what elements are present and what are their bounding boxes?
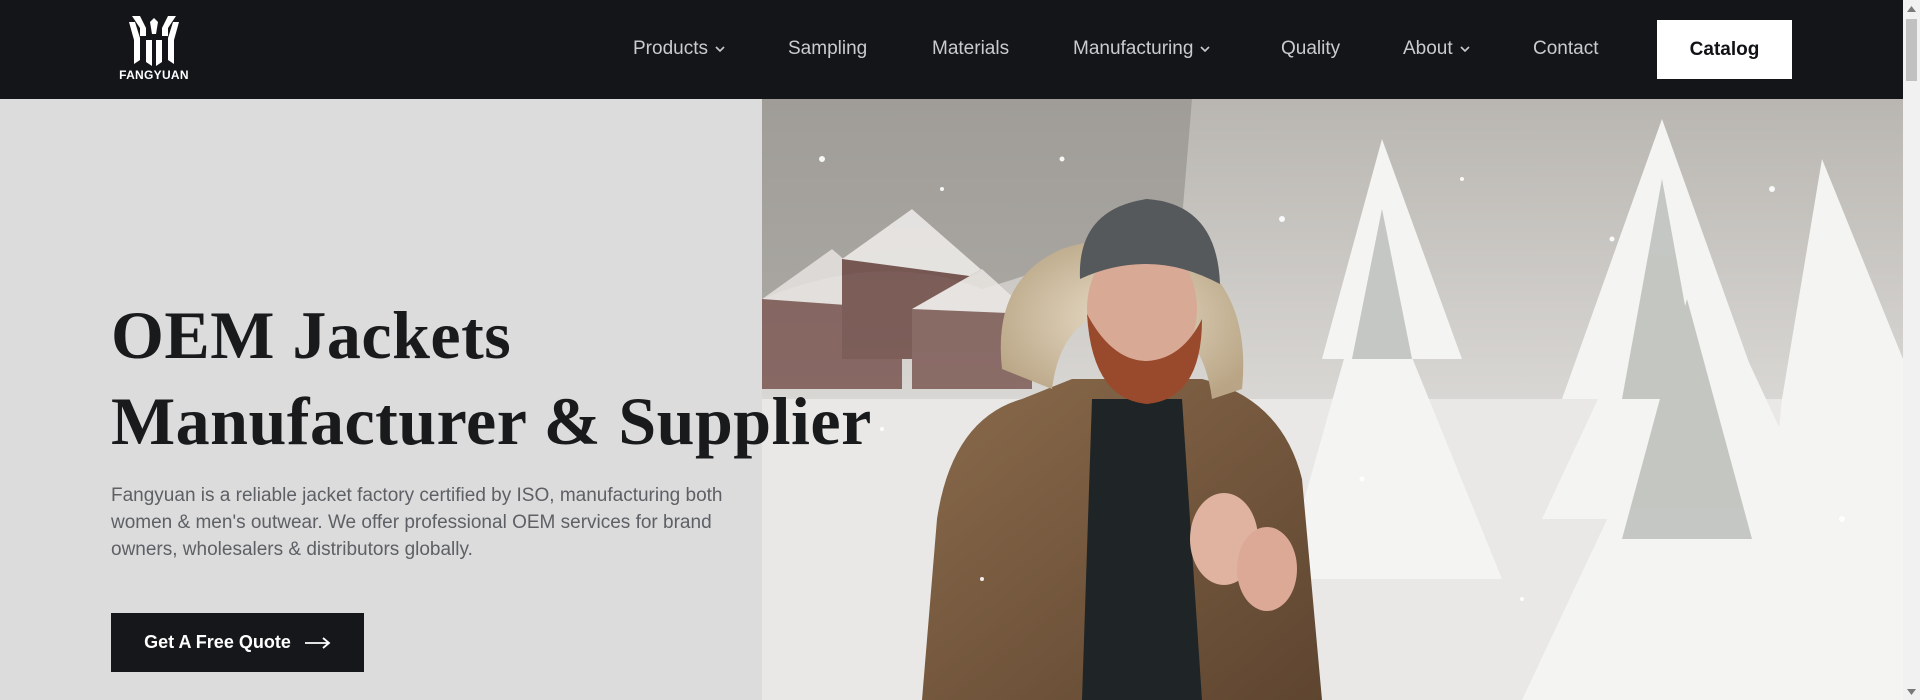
nav-item-quality[interactable]: Quality	[1281, 38, 1340, 60]
scroll-down-arrow-icon[interactable]	[1903, 683, 1920, 700]
hero-title-line-1: OEM Jackets	[111, 297, 512, 373]
chevron-down-icon	[1460, 46, 1470, 53]
nav-item-contact[interactable]: Contact	[1533, 38, 1598, 60]
site-header: FANGYUAN Products Sampling Materials Man…	[0, 0, 1903, 99]
catalog-button[interactable]: Catalog	[1657, 20, 1792, 79]
chevron-down-icon	[715, 46, 725, 53]
nav-item-about[interactable]: About	[1403, 38, 1471, 60]
quote-button-label: Get A Free Quote	[144, 632, 291, 652]
scrollbar-thumb[interactable]	[1906, 19, 1917, 81]
hero-description: Fangyuan is a reliable jacket factory ce…	[111, 485, 723, 560]
fangyuan-logo-icon	[129, 16, 179, 66]
nav-item-sampling[interactable]: Sampling	[788, 38, 867, 60]
nav-item-products[interactable]: Products	[633, 38, 726, 60]
nav-item-label: Quality	[1281, 38, 1341, 59]
nav-item-materials[interactable]: Materials	[932, 38, 1009, 60]
nav-item-label: Sampling	[788, 38, 868, 59]
nav-item-label: Contact	[1533, 38, 1599, 59]
scroll-up-arrow-icon[interactable]	[1903, 0, 1920, 17]
nav-item-label: Manufacturing	[1073, 38, 1194, 59]
brand-name: FANGYUAN	[119, 68, 189, 82]
get-free-quote-button[interactable]: Get A Free Quote	[111, 613, 364, 672]
nav-item-manufacturing[interactable]: Manufacturing	[1073, 38, 1211, 60]
brand-logo[interactable]: FANGYUAN	[111, 14, 197, 86]
nav-item-label: About	[1403, 38, 1453, 59]
nav-item-label: Materials	[932, 38, 1010, 59]
hero-title: OEM Jackets Manufacturer & Supplier	[111, 292, 1011, 464]
hero-title-line-2: Manufacturer & Supplier	[111, 383, 872, 459]
chevron-down-icon	[1200, 46, 1210, 53]
nav-item-label: Products	[633, 38, 708, 59]
arrow-right-icon	[304, 636, 331, 649]
page-scrollbar[interactable]	[1903, 0, 1920, 700]
